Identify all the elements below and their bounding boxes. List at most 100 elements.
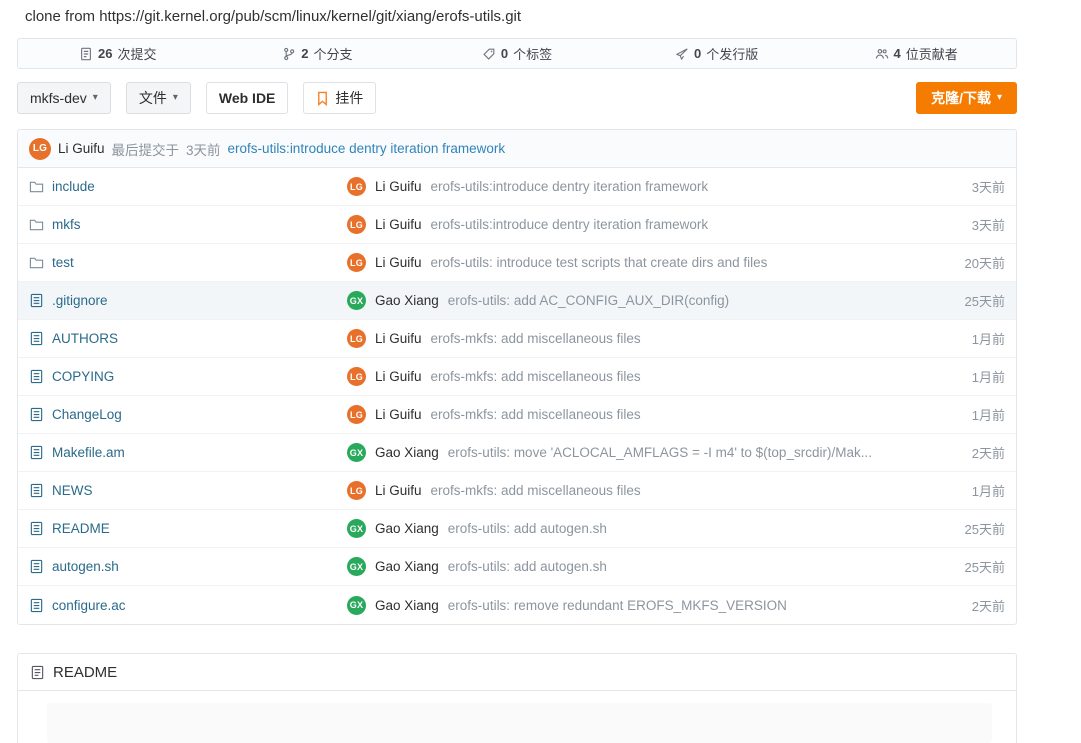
clone-url-line: clone from https://git.kernel.org/pub/sc… [25,8,522,25]
file-name-link[interactable]: mkfs [52,217,81,232]
commit-message-link[interactable]: erofs-mkfs: add miscellaneous files [431,331,641,346]
readme-code-block [47,703,992,743]
folder-icon [29,255,44,270]
file-name-cell: autogen.sh [29,559,347,574]
bookmark-icon [316,91,329,106]
commit-cell: LG Li Guifu erofs-utils:introduce dentry… [347,215,905,234]
stat-contributors-label: 位贡献者 [905,47,958,62]
files-dropdown-button[interactable]: 文件 ▾ [125,82,191,114]
commit-author: Gao Xiang [375,559,439,574]
commit-message-link[interactable]: erofs-utils: remove redundant EROFS_MKFS… [448,598,787,613]
commit-author: Li Guifu [375,483,422,498]
file-name-link[interactable]: autogen.sh [52,559,119,574]
commit-cell: LG Li Guifu erofs-utils: introduce test … [347,253,905,272]
commit-message-link[interactable]: erofs-utils: add autogen.sh [448,521,607,536]
table-row: .gitignore GX Gao Xiang erofs-utils: add… [18,282,1016,320]
commit-time: 2天前 [971,598,1005,614]
stat-releases[interactable]: 0 个发行版 [617,39,817,68]
avatar[interactable]: GX [347,557,366,576]
table-row: test LG Li Guifu erofs-utils: introduce … [18,244,1016,282]
commit-time: 1月前 [971,484,1005,499]
commit-message-link[interactable]: erofs-utils: add autogen.sh [448,559,607,574]
commit-message-link[interactable]: erofs-utils: move 'ACLOCAL_AMFLAGS = -I … [448,445,872,460]
commit-message-link[interactable]: erofs-utils:introduce dentry iteration f… [431,217,709,232]
avatar[interactable]: LG [347,215,366,234]
last-commit-bar: LG Li Guifu 最后提交于 3天前 erofs-utils:introd… [18,130,1016,168]
commit-author: Li Guifu [375,255,422,270]
commit-author: Li Guifu [375,217,422,232]
file-icon [29,521,44,536]
widget-button[interactable]: 挂件 [303,82,377,114]
file-icon [29,369,44,384]
file-name-link[interactable]: .gitignore [52,293,108,308]
commit-message-link[interactable]: erofs-mkfs: add miscellaneous files [431,407,641,422]
commit-cell: GX Gao Xiang erofs-utils: add AC_CONFIG_… [347,291,905,310]
commit-time: 1月前 [971,332,1005,347]
avatar[interactable]: LG [347,367,366,386]
file-icon [29,559,44,574]
file-name-link[interactable]: test [52,255,74,270]
commit-author: Li Guifu [375,369,422,384]
commit-message-link[interactable]: erofs-mkfs: add miscellaneous files [431,369,641,384]
project-toolbar: mkfs-dev ▾ 文件 ▾ Web IDE 挂件 克隆/下载 ▾ [17,82,1017,114]
file-name-link[interactable]: ChangeLog [52,407,122,422]
readme-body [18,691,1016,743]
readme-panel: README [17,653,1017,743]
avatar[interactable]: GX [347,291,366,310]
last-commit-message-link[interactable]: erofs-utils:introduce dentry iteration f… [228,141,506,156]
readme-header: README [18,654,1016,691]
stat-commits-count: 26 [98,46,113,61]
stat-tags[interactable]: 0 个标签 [417,39,617,68]
file-icon [29,293,44,308]
stat-tags-label: 个标签 [513,47,553,62]
commit-message-link[interactable]: erofs-utils: introduce test scripts that… [431,255,768,270]
web-ide-button[interactable]: Web IDE [205,82,289,114]
stat-branches-count: 2 [301,46,309,61]
commit-author: Gao Xiang [375,521,439,536]
commit-message-link[interactable]: erofs-utils: add AC_CONFIG_AUX_DIR(confi… [448,293,729,308]
file-name-link[interactable]: NEWS [52,483,93,498]
commit-message-link[interactable]: erofs-mkfs: add miscellaneous files [431,483,641,498]
avatar[interactable]: LG [347,481,366,500]
file-name-link[interactable]: COPYING [52,369,114,384]
commit-time: 3天前 [971,180,1005,195]
chevron-down-icon: ▾ [92,92,98,103]
avatar[interactable]: GX [347,595,366,615]
file-name-link[interactable]: AUTHORS [52,331,118,346]
stat-releases-label: 个发行版 [706,47,759,62]
commit-time: 25天前 [964,294,1005,309]
commit-cell: LG Li Guifu erofs-utils:introduce dentry… [347,177,905,196]
commit-author: Gao Xiang [375,597,439,613]
file-name-cell: mkfs [29,217,347,232]
commit-cell: GX Gao Xiang erofs-utils: add autogen.sh [347,519,905,538]
avatar[interactable]: LG [347,329,366,348]
commit-message-link[interactable]: erofs-utils:introduce dentry iteration f… [431,179,709,194]
file-name-link[interactable]: configure.ac [52,598,126,613]
contributors-icon [875,47,889,61]
file-name-link[interactable]: README [52,521,110,536]
stat-contributors[interactable]: 4 位贡献者 [816,39,1016,68]
stat-tags-count: 0 [500,46,509,61]
file-icon [29,483,44,498]
file-name-link[interactable]: include [52,179,95,194]
avatar[interactable]: LG [347,253,366,272]
table-row: AUTHORS LG Li Guifu erofs-mkfs: add misc… [18,320,1016,358]
file-name-cell: NEWS [29,483,347,498]
last-commit-prefix: 最后提交于 [111,142,180,158]
stat-commits[interactable]: 26 次提交 [18,39,218,68]
clone-download-button[interactable]: 克隆/下载 ▾ [916,82,1017,114]
file-icon [29,331,44,346]
avatar[interactable]: GX [347,519,366,538]
file-name-link[interactable]: Makefile.am [52,445,125,460]
commit-time: 25天前 [964,560,1005,575]
stat-branches[interactable]: 2 个分支 [218,39,418,68]
table-row: mkfs LG Li Guifu erofs-utils:introduce d… [18,206,1016,244]
file-name-cell: COPYING [29,369,347,384]
avatar[interactable]: LG [347,405,366,424]
file-name-cell: include [29,179,347,194]
last-commit-avatar[interactable]: LG [29,137,51,160]
avatar[interactable]: LG [347,177,366,196]
avatar[interactable]: GX [347,443,366,462]
branch-selector[interactable]: mkfs-dev ▾ [17,82,111,114]
file-icon [29,445,44,460]
